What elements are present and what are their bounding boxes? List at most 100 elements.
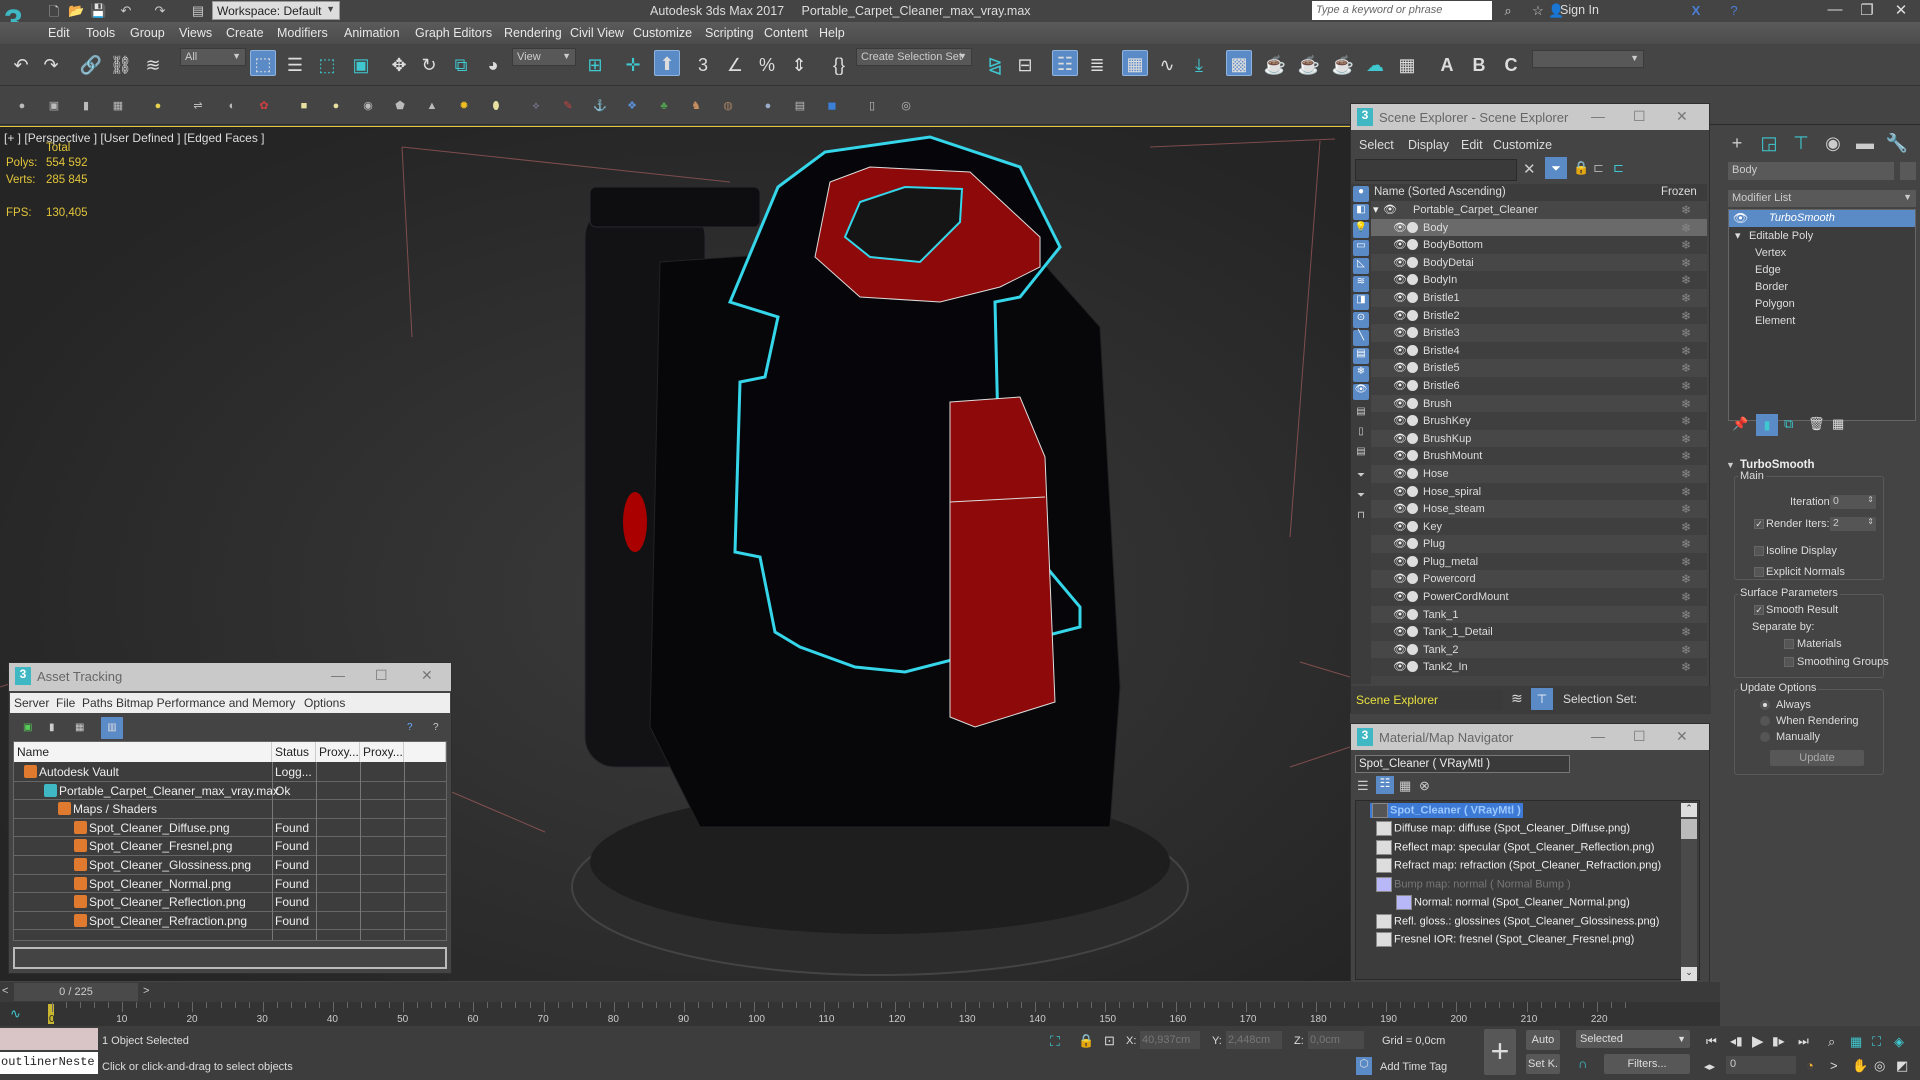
view-large-icons-icon[interactable]: ⊗ [1419,778,1430,794]
column-frozen-header[interactable]: Frozen [1661,186,1697,198]
previous-key-icon[interactable]: ◂▮ [1730,1034,1743,1048]
frozen-icon[interactable]: ❄ [1681,203,1691,217]
menu-rendering[interactable]: Rendering [504,26,562,40]
redo-icon[interactable]: ↷ [152,3,168,19]
render-iters-checkbox[interactable]: ✓ [1754,519,1764,529]
manually-radio[interactable] [1760,732,1770,742]
snaps-toggle-icon[interactable]: 3 [690,52,716,78]
hierarchy-icon[interactable]: ⊏ [1593,160,1604,176]
selection-lock-icon[interactable]: 🔒 [1078,1033,1094,1049]
visibility-eye-icon[interactable]: 👁 [1393,309,1407,322]
visibility-eye-icon[interactable]: 👁 [1393,379,1407,392]
visibility-eye-icon[interactable]: 👁 [1393,537,1407,550]
subobject-polygon[interactable]: Polygon [1755,298,1795,310]
lock-icon[interactable]: 🔒 [1573,160,1589,176]
display-bones-icon[interactable]: ╲ [1353,330,1369,346]
key-filter-dropdown[interactable]: Selected ▼ [1576,1030,1690,1048]
uvw-icon[interactable]: ▤ [792,98,808,114]
rollout-collapse-icon[interactable]: ▼ [1726,460,1735,470]
scene-explorer-titlebar[interactable]: 3 Scene Explorer - Scene Explorer — ☐ ✕ [1351,104,1709,130]
table-view-icon[interactable]: ▥ [101,717,123,739]
window-crossing-icon[interactable]: ▣ [348,52,374,78]
pan-hand-icon[interactable]: ✋ [1852,1058,1868,1074]
expand-arrow-icon[interactable]: ▾ [1735,229,1741,242]
default-in-out-tangents-icon[interactable]: ∩ [1578,1056,1587,1071]
set-key-button[interactable]: Set K. [1526,1054,1560,1074]
text-c-icon[interactable]: C [1498,52,1524,78]
filter-icon[interactable]: ⏷ [1545,157,1567,179]
material-editor-icon[interactable]: ▩ [1226,50,1252,76]
menu-views[interactable]: Views [179,26,212,40]
visibility-eye-icon[interactable]: 👁 [1393,397,1407,410]
column-name-header[interactable]: Name [14,742,272,762]
at-menu-bitmap-performance[interactable]: Bitmap Performance and Memory [116,696,295,710]
menu-graph-editors[interactable]: Graph Editors [415,26,492,40]
table-row[interactable]: Autodesk Vault Logg... [14,763,446,782]
material-map-node[interactable]: Normal: normal (Spot_Cleaner_Normal.png) [1396,895,1630,910]
hierarchy-expand-icon[interactable]: ⊏ [1613,160,1624,176]
list-item[interactable]: 👁 Powercord ❄ [1371,570,1707,589]
text-a-icon[interactable]: A [1434,52,1460,78]
key-filters-button[interactable]: Filters... [1604,1054,1690,1074]
orbit-icon[interactable]: ◎ [1874,1058,1885,1074]
frozen-icon[interactable]: ❄ [1681,309,1691,323]
render-toggle-icon[interactable] [1407,256,1418,268]
frozen-icon[interactable]: ❄ [1681,625,1691,639]
minimize-button[interactable]: — [1820,1,1850,21]
frozen-icon[interactable]: ❄ [1681,572,1691,586]
auto-key-button[interactable]: Auto [1526,1030,1560,1050]
undo-icon[interactable]: ↶ [118,3,134,19]
list-item[interactable]: 👁 Body ❄ [1371,218,1707,237]
column-name-header[interactable]: Name (Sorted Ascending) [1374,186,1506,198]
save-icon[interactable]: 💾 [90,3,106,19]
material-map-node[interactable]: Diffuse map: diffuse (Spot_Cleaner_Diffu… [1376,821,1630,836]
render-cloud-icon[interactable]: ☁ [1362,52,1388,78]
list-item[interactable]: 👁 Bristle6 ❄ [1371,376,1707,395]
create-tab-icon[interactable]: + [1724,130,1750,156]
display-shapes-icon[interactable]: ◧ [1353,204,1369,220]
select-by-name-icon[interactable]: ☰ [282,52,308,78]
smooth-result-checkbox[interactable]: ✓ [1754,605,1764,615]
rect-selection-icon[interactable]: ⬚ [314,52,340,78]
visibility-eye-icon[interactable]: 👁 [1393,344,1407,357]
render-toggle-icon[interactable] [1407,467,1418,479]
render-toggle-icon[interactable] [1407,643,1418,655]
hierarchy-tab-icon[interactable]: ⊤ [1788,130,1814,156]
spinner-snap-icon[interactable]: ⇕ [786,52,812,78]
current-material-field[interactable]: Spot_Cleaner ( VRayMtl ) [1355,755,1570,773]
time-tag-icon[interactable]: ⬡ [1356,1057,1372,1075]
scene-explorer-toggle-icon[interactable]: ☷ [1052,50,1078,76]
material-navigator-titlebar[interactable]: 3 Material/Map Navigator — ☐ ✕ [1351,724,1709,750]
schematic-view-icon[interactable]: ⤓ [1186,52,1212,78]
help-icon[interactable]: ? [1726,3,1742,19]
edit-named-selection-icon[interactable]: {} [826,52,852,78]
info-icon[interactable]: ◎ [898,98,914,114]
frozen-icon[interactable]: ❄ [1681,414,1691,428]
list-item[interactable]: 👁 BodyIn ❄ [1371,271,1707,289]
list-item[interactable]: 👁 BrushKup ❄ [1371,429,1707,448]
column-status-header[interactable]: Status [272,742,316,762]
menu-civil-view[interactable]: Civil View [570,26,624,40]
list-item[interactable]: 👁 PowerCordMount ❄ [1371,588,1707,606]
frozen-icon[interactable]: ❄ [1681,256,1691,270]
character-icon[interactable]: ♞ [688,98,704,114]
table-row[interactable]: Spot_Cleaner_Fresnel.png Found [14,837,446,856]
render-toggle-icon[interactable] [1407,450,1418,462]
render-toggle-icon[interactable] [1407,503,1418,515]
pivot-center-icon[interactable]: ⊞ [582,52,608,78]
minimize-button[interactable]: — [331,667,345,683]
frozen-icon[interactable]: ❄ [1681,361,1691,375]
zoom-extents-all-icon[interactable]: ◈ [1894,1034,1904,1050]
visibility-eye-icon[interactable]: 👁 [1393,221,1407,234]
se-menu-edit[interactable]: Edit [1461,138,1483,152]
go-to-end-icon[interactable]: ⏭ [1798,1034,1809,1049]
list-item[interactable]: 👁 BodyBottom ❄ [1371,236,1707,254]
view-small-icons-icon[interactable]: ▦ [1399,778,1411,794]
render-toggle-icon[interactable] [1407,555,1418,567]
placement-icon[interactable]: ◕ [480,52,506,78]
frozen-icon[interactable]: ❄ [1681,432,1691,446]
curve-editor-icon[interactable]: ∿ [1154,52,1180,78]
list-item[interactable]: 👁 Bristle3 ❄ [1371,324,1707,342]
utilities-tab-icon[interactable]: 🔧 [1884,130,1910,156]
x-coordinate-field[interactable]: 40,937cm [1140,1031,1200,1049]
